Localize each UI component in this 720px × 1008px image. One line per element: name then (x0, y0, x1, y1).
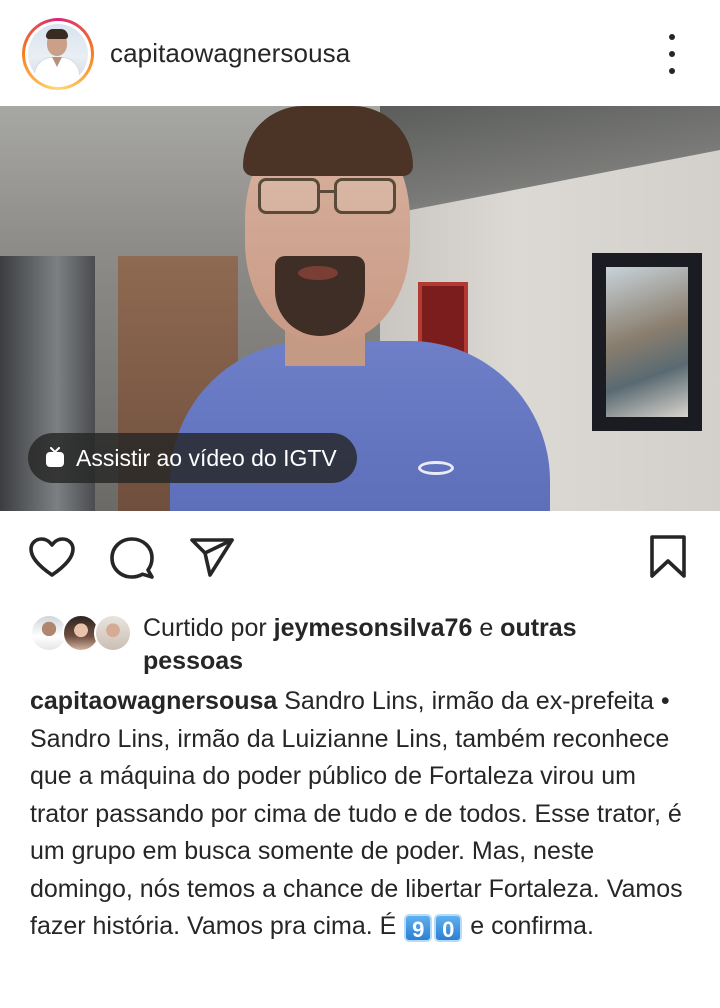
comment-icon[interactable] (108, 534, 156, 582)
post-actions (0, 530, 720, 590)
keycap-digit-nine: 9 (404, 914, 433, 942)
keycap-digit-zero: 0 (434, 914, 463, 942)
post-username[interactable]: capitaowagnersousa (110, 38, 350, 69)
bookmark-icon[interactable] (644, 534, 692, 582)
post-caption: capitaowagnersousa Sandro Lins, irmão da… (30, 683, 700, 946)
igtv-label: Assistir ao vídeo do IGTV (76, 444, 337, 471)
caption-username[interactable]: capitaowagnersousa (30, 687, 277, 715)
post-video[interactable]: Assistir ao vídeo do IGTV (0, 106, 720, 511)
avatar-photo (28, 24, 88, 84)
liker-avatar (94, 614, 132, 652)
post-header: capitaowagnersousa (0, 0, 720, 106)
igtv-icon (44, 447, 66, 469)
caption-suffix: e confirma. (463, 912, 594, 940)
igtv-watch-button[interactable]: Assistir ao vídeo do IGTV (28, 433, 357, 483)
paper-plane-icon[interactable] (188, 534, 236, 582)
likes-text: Curtido por jeymesonsilva76 e outras pes… (143, 614, 577, 675)
likes-summary: Curtido por jeymesonsilva76 e outras pes… (30, 612, 690, 678)
profile-avatar[interactable] (22, 18, 94, 90)
liker-avatars[interactable] (30, 614, 132, 654)
heart-icon[interactable] (28, 534, 76, 582)
caption-text: Sandro Lins, irmão da ex-prefeita • Sand… (30, 687, 683, 940)
more-options-icon[interactable] (660, 34, 684, 74)
liker-username[interactable]: jeymesonsilva76 (274, 614, 473, 642)
